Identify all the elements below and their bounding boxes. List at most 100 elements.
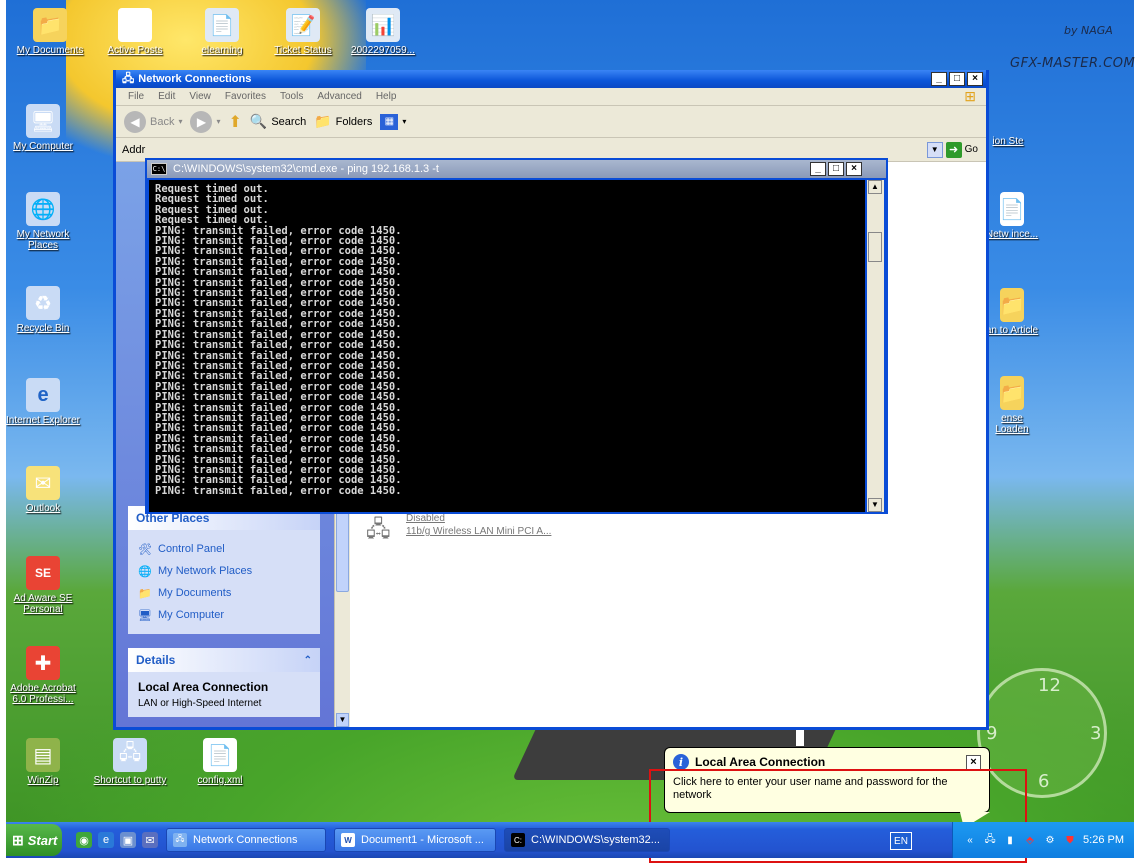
up-folder-button[interactable]: ⬆ xyxy=(229,112,242,132)
cmd-titlebar[interactable]: C:\ C:\WINDOWS\system32\cmd.exe - ping 1… xyxy=(147,160,886,178)
desktop-icon-2002297059[interactable]: 📊 2002297059... xyxy=(346,8,420,56)
cmd-maximize-button[interactable]: □ xyxy=(828,162,844,176)
quicklaunch-app-icon[interactable]: ▣ xyxy=(120,832,136,848)
maximize-button[interactable]: □ xyxy=(949,72,965,86)
system-tray: « 🖧 ▮ ⬘ ⚙ ⛊ 5:26 PM xyxy=(952,822,1134,858)
minimize-button[interactable]: _ xyxy=(931,72,947,86)
desktop-icon-recycle-bin[interactable]: ♻ Recycle Bin xyxy=(6,286,80,334)
menu-favorites[interactable]: Favorites xyxy=(225,91,266,102)
console-output[interactable]: Request timed out. Request timed out. Requ… xyxy=(149,180,865,512)
desktop-icon-adobe-acrobat[interactable]: ✚ Adobe Acrobat 6.0 Professi... xyxy=(6,646,80,705)
network-tray-icon[interactable]: 🖧 xyxy=(983,833,997,847)
menu-bar: File Edit View Favorites Tools Advanced … xyxy=(116,88,986,106)
close-button[interactable]: × xyxy=(967,72,983,86)
info-icon: i xyxy=(673,754,689,770)
address-dropdown-icon[interactable]: ▼ xyxy=(926,141,943,158)
menu-view[interactable]: View xyxy=(189,91,211,102)
cmd-minimize-button[interactable]: _ xyxy=(810,162,826,176)
desktop-icon-my-network-places[interactable]: 🌐 My Network Places xyxy=(6,192,80,251)
language-indicator[interactable]: EN xyxy=(890,832,912,850)
balloon-title: Local Area Connection xyxy=(695,755,826,769)
computer-icon: 🖥 xyxy=(138,609,152,622)
cmd-scrollbar[interactable]: ▲ ▼ xyxy=(867,180,884,512)
desktop-icon-my-computer[interactable]: 🖥 My Computer xyxy=(6,104,80,152)
menu-help[interactable]: Help xyxy=(376,91,397,102)
recycle-bin-icon: ♻ xyxy=(26,286,60,320)
desktop-icon-my-documents[interactable]: 📁 My Documents xyxy=(13,8,87,56)
desktop-icon-active-posts[interactable]: 🗺 Active Posts xyxy=(98,8,172,56)
link-my-network-places[interactable]: 🌐 My Network Places xyxy=(138,560,310,582)
details-header[interactable]: Details ⌃ xyxy=(128,648,320,672)
clock-3: 3 xyxy=(1090,723,1102,744)
desktop-icon-elearning[interactable]: 📄 elearning xyxy=(185,8,259,56)
control-panel-icon: 🛠 xyxy=(138,543,152,556)
views-icon: ▦ xyxy=(380,113,399,130)
quick-launch: ◉ e ▣ ✉ xyxy=(76,832,158,848)
desktop-icon-outlook[interactable]: ✉ Outlook xyxy=(6,466,80,514)
watermark-author: by NAGA xyxy=(1064,24,1113,37)
tray-app-icon[interactable]: ⚙ xyxy=(1043,833,1057,847)
address-label: Addr xyxy=(122,143,146,156)
go-arrow-icon[interactable]: ➜ xyxy=(945,141,962,158)
clock-time[interactable]: 5:26 PM xyxy=(1083,834,1124,846)
wireless-connection-item[interactable]: 🖧 Disabled 11b/g Wireless LAN Mini PCI A… xyxy=(366,512,551,542)
safely-remove-icon[interactable]: ⬘ xyxy=(1023,833,1037,847)
desktop-icon-internet-explorer[interactable]: e Internet Explorer xyxy=(6,378,80,426)
menu-edit[interactable]: Edit xyxy=(158,91,175,102)
taskbar-document1[interactable]: W Document1 - Microsoft ... xyxy=(334,828,496,852)
xml-file-icon: 📄 xyxy=(203,738,237,772)
desktop-icon-config-xml[interactable]: 📄 config.xml xyxy=(183,738,257,786)
collapse-chevron-icon[interactable]: ⌃ xyxy=(304,655,312,666)
scroll-thumb[interactable] xyxy=(868,232,882,262)
desktop-icon-partial-right-3[interactable]: 📁 an to Article xyxy=(984,288,1040,336)
explorer-title: Network Connections xyxy=(138,73,252,85)
antivirus-tray-icon[interactable]: ⛊ xyxy=(1063,833,1077,847)
show-desktop-icon[interactable]: ◉ xyxy=(76,832,92,848)
forward-arrow-icon: ▶ xyxy=(190,110,213,133)
desktop-icon-ticket-status[interactable]: 📝 Ticket Status xyxy=(266,8,340,56)
desktop-icon-ad-aware[interactable]: SE Ad Aware SE Personal xyxy=(6,556,80,615)
up-folder-icon: ⬆ xyxy=(228,113,242,131)
network-connections-icon: 🖧 xyxy=(122,72,135,85)
explorer-titlebar[interactable]: 🖧 Network Connections _ □ × xyxy=(116,70,986,88)
folders-button[interactable]: 📁 Folders xyxy=(314,113,372,130)
windows-logo-icon: ⊞ xyxy=(964,88,976,104)
cmd-title: C:\WINDOWS\system32\cmd.exe - ping 192.1… xyxy=(173,163,439,175)
taskbar-cmd[interactable]: C: C:\WINDOWS\system32... xyxy=(504,828,670,852)
start-button[interactable]: ⊞ Start xyxy=(6,824,62,856)
scroll-down-icon[interactable]: ▼ xyxy=(868,498,882,512)
battery-tray-icon[interactable]: ▮ xyxy=(1003,833,1017,847)
putty-icon: 🖧 xyxy=(113,738,147,772)
desktop-icon-winzip[interactable]: ▤ WinZip xyxy=(6,738,80,786)
wireless-network-icon: 🖧 xyxy=(366,516,391,541)
forward-button[interactable]: ▶ ▾ xyxy=(190,110,221,133)
balloon-close-button[interactable]: × xyxy=(966,754,981,770)
ad-aware-icon: SE xyxy=(26,556,60,590)
link-my-computer[interactable]: 🖥 My Computer xyxy=(138,604,310,626)
scroll-up-icon[interactable]: ▲ xyxy=(868,180,882,194)
menu-file[interactable]: File xyxy=(128,91,144,102)
quicklaunch-app2-icon[interactable]: ✉ xyxy=(142,832,158,848)
views-button[interactable]: ▦ ▾ xyxy=(380,113,406,130)
desktop-icon-partial-right-2[interactable]: 📄 Netw ince... xyxy=(984,192,1040,240)
console-line: PING: transmit failed, error code 1450. xyxy=(155,443,402,456)
search-icon: 🔍 xyxy=(249,113,268,129)
back-button[interactable]: ◀ Back ▾ xyxy=(124,110,182,133)
network-icon: 🌐 xyxy=(26,192,60,226)
scroll-down-icon[interactable]: ▼ xyxy=(336,713,349,727)
clock-6: 6 xyxy=(1038,771,1050,792)
details-connection-name: Local Area Connection xyxy=(138,680,269,694)
internet-explorer-icon: e xyxy=(26,378,60,412)
desktop-icon-putty-shortcut[interactable]: 🖧 Shortcut to putty xyxy=(93,738,167,786)
ie-quicklaunch-icon[interactable]: e xyxy=(98,832,114,848)
search-button[interactable]: 🔍 Search xyxy=(250,113,306,130)
go-button[interactable]: Go xyxy=(965,144,978,155)
link-my-documents[interactable]: 📁 My Documents xyxy=(138,582,310,604)
taskbar-network-connections[interactable]: 🖧 Network Connections xyxy=(166,828,326,852)
menu-tools[interactable]: Tools xyxy=(280,91,303,102)
cmd-close-button[interactable]: × xyxy=(846,162,862,176)
desktop-icon-partial-right-4[interactable]: 📁 ense Loaden xyxy=(984,376,1040,435)
menu-advanced[interactable]: Advanced xyxy=(317,91,361,102)
show-hidden-icons-button[interactable]: « xyxy=(963,833,977,847)
link-control-panel[interactable]: 🛠 Control Panel xyxy=(138,538,310,560)
